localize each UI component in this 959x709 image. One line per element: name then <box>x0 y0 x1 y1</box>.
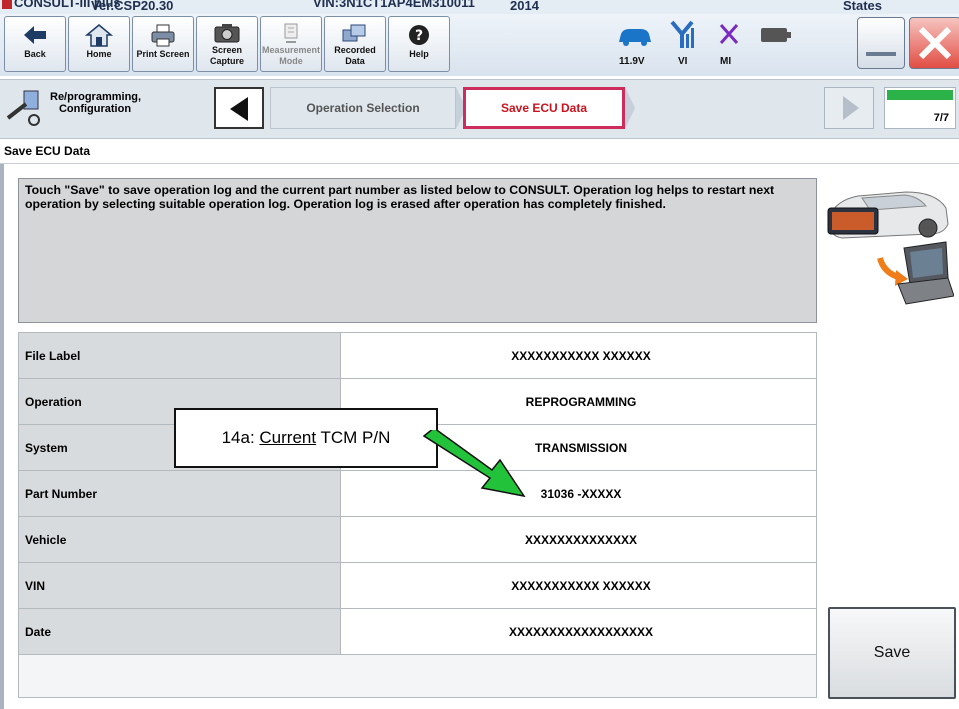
mi-disconnected-icon <box>719 24 739 44</box>
help-icon: ? <box>409 25 429 45</box>
states-label: States <box>843 0 883 13</box>
measurement-icon <box>284 23 298 43</box>
recorded-data-icon <box>342 24 366 42</box>
row-label-vehicle: Vehicle <box>18 516 341 563</box>
section-title: Save ECU Data <box>4 144 91 158</box>
svg-text:?: ? <box>415 28 423 44</box>
vi-signal-icon <box>670 20 694 48</box>
row-label-part-number: Part Number <box>18 470 341 517</box>
row-value-date: XXXXXXXXXXXXXXXXXX <box>340 608 817 655</box>
callout-underlined: Current <box>259 428 317 447</box>
help-button[interactable]: ? Help <box>388 16 450 72</box>
row-label-vin: VIN <box>18 562 341 609</box>
back-button[interactable]: Back <box>4 16 66 72</box>
toolbar: Back Home Print Screen Screen Capture Me… <box>0 14 959 76</box>
minimize-button[interactable] <box>857 17 905 69</box>
ecu-data-table: File Label XXXXXXXXXXX XXXXXX Operation … <box>18 332 817 698</box>
table-row: Vehicle XXXXXXXXXXXXXX <box>18 516 817 563</box>
table-row-empty <box>18 654 817 698</box>
step-next-button[interactable] <box>824 87 874 129</box>
table-row: VIN XXXXXXXXXXX XXXXXX <box>18 562 817 609</box>
progress-bar-fill <box>887 90 953 100</box>
mi-label: MI <box>720 56 732 67</box>
vin-display: VIN:3N1CT1AP4EM310011 <box>313 0 475 10</box>
printer-icon <box>151 24 175 47</box>
row-value-vehicle: XXXXXXXXXXXXXX <box>340 516 817 563</box>
battery-icon <box>761 28 791 42</box>
voltage-reading: 11.9V <box>619 56 645 67</box>
callout-prefix: 14a: <box>221 428 260 447</box>
app-version: Ver.CSP20.30 <box>91 0 174 13</box>
callout-arrow-icon <box>422 430 526 498</box>
table-row: File Label XXXXXXXXXXX XXXXXX <box>18 332 817 379</box>
save-button[interactable]: Save <box>828 607 956 699</box>
step-navigation-bar: Re/programming, Configuration Operation … <box>0 79 959 139</box>
row-value-vin: XXXXXXXXXXX XXXXXX <box>340 562 817 609</box>
print-screen-button[interactable]: Print Screen <box>132 16 194 72</box>
title-bar: CONSULT-III plus Ver.CSP20.30 VIN:3N1CT1… <box>0 0 959 14</box>
progress-count: 7/7 <box>933 112 949 124</box>
status-indicators: 11.9V VI MI <box>610 16 850 72</box>
screen-capture-button[interactable]: Screen Capture <box>196 16 258 72</box>
left-scroll-edge <box>0 164 4 709</box>
row-value-part-number: 31036 -XXXXX <box>340 470 817 517</box>
car-battery-status-icon <box>619 29 651 46</box>
step-operation-selection[interactable]: Operation Selection <box>270 87 456 129</box>
section-header: Save ECU Data <box>0 140 959 164</box>
step-back-button[interactable] <box>214 87 264 129</box>
instruction-text: Touch "Save" to save operation log and t… <box>25 183 775 211</box>
step-progress: 7/7 <box>884 87 956 129</box>
close-icon <box>918 26 952 60</box>
camera-icon <box>214 24 240 43</box>
table-row: Date XXXXXXXXXXXXXXXXXX <box>18 608 817 655</box>
close-button[interactable] <box>909 17 959 69</box>
callout-suffix: TCM P/N <box>316 428 391 447</box>
step-chevron-icon <box>625 87 635 129</box>
vi-label: VI <box>678 56 688 67</box>
empty-cell <box>18 654 817 698</box>
row-label-date: Date <box>18 608 341 655</box>
reprogramming-tool-icon <box>6 90 40 126</box>
car-laptop-illustration <box>827 191 954 305</box>
row-label-file-label: File Label <box>18 332 341 379</box>
instruction-box: Touch "Save" to save operation log and t… <box>18 178 817 323</box>
home-button[interactable]: Home <box>68 16 130 72</box>
table-row: Part Number 31036 -XXXXX <box>18 470 817 517</box>
annotation-callout: 14a: Current TCM P/N <box>174 408 438 468</box>
row-value-file-label: XXXXXXXXXXX XXXXXX <box>340 332 817 379</box>
home-icon <box>84 24 114 47</box>
model-year: 2014 <box>510 0 539 13</box>
back-arrow-icon <box>24 26 46 44</box>
step-title: Re/programming, Configuration <box>50 91 142 115</box>
recorded-data-button[interactable]: Recorded Data <box>324 16 386 72</box>
step-save-ecu-data[interactable]: Save ECU Data <box>463 87 625 129</box>
measurement-mode-button[interactable]: Measurement Mode <box>260 16 322 72</box>
